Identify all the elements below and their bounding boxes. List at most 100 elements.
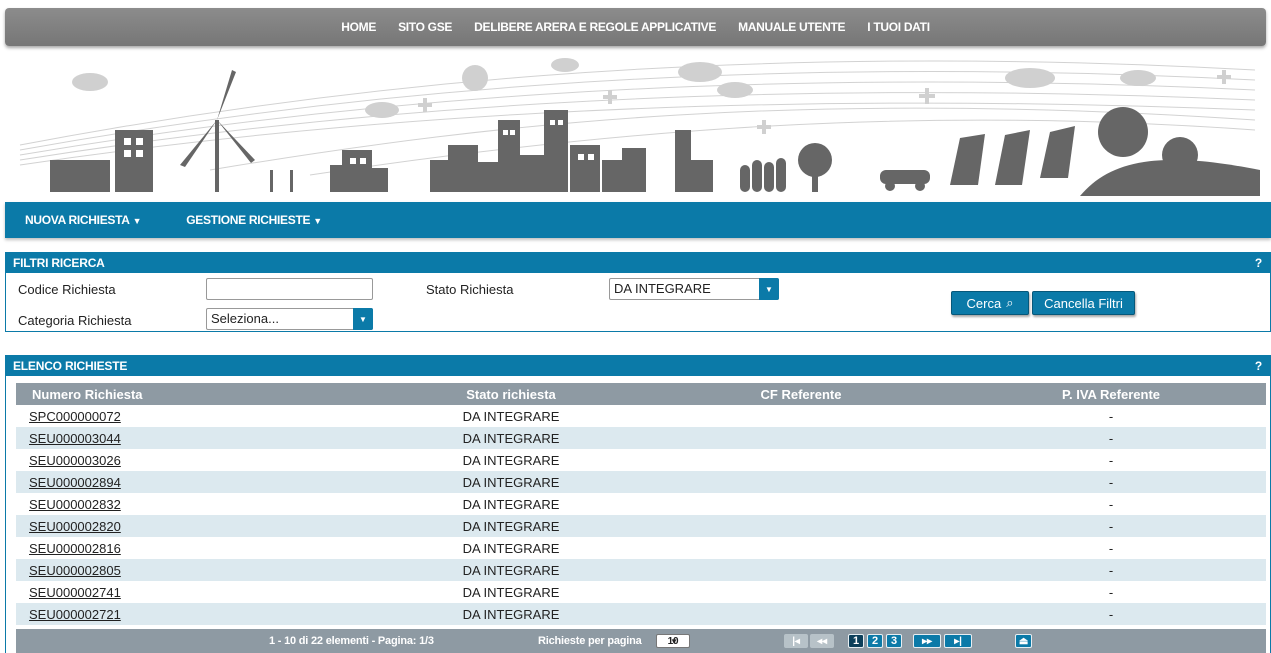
cell-numero: SEU000002832	[16, 493, 376, 515]
cell-stato: DA INTEGRARE	[376, 471, 646, 493]
nav-manuale[interactable]: MANUALE UTENTE	[738, 20, 845, 34]
nav-home[interactable]: HOME	[341, 20, 376, 34]
cell-numero: SEU000002805	[16, 559, 376, 581]
nav-tuoi-dati[interactable]: I TUOI DATI	[867, 20, 930, 34]
col-numero[interactable]: Numero Richiesta	[16, 383, 376, 405]
cell-piva: -	[1108, 584, 1114, 600]
filters-header: FILTRI RICERCA ?	[6, 253, 1270, 273]
cell-stato: DA INTEGRARE	[462, 496, 560, 512]
cell-cf	[646, 449, 956, 471]
per-page-select[interactable]: 10 ▼	[656, 634, 690, 648]
help-icon[interactable]: ?	[1255, 256, 1262, 270]
last-page-icon[interactable]: ▸|	[944, 634, 972, 648]
page-button-1[interactable]: 1	[848, 634, 864, 648]
menu-nuova-richiesta[interactable]: NUOVA RICHIESTA ▼	[25, 213, 142, 227]
table-row[interactable]: SEU000002894 DA INTEGRARE -	[16, 471, 1266, 493]
cell-stato: DA INTEGRARE	[462, 540, 560, 556]
table-row[interactable]: SEU000003044 DA INTEGRARE -	[16, 427, 1266, 449]
codice-label: Codice Richiesta	[18, 282, 116, 297]
chevron-down-icon[interactable]: ▼	[759, 278, 779, 300]
cell-piva: -	[956, 559, 1266, 581]
request-link[interactable]: SEU000003044	[29, 431, 121, 446]
cell-cf	[646, 581, 956, 603]
chevron-down-icon[interactable]: ▼	[353, 308, 373, 330]
stato-select-value: DA INTEGRARE	[614, 281, 711, 296]
cell-numero: SEU000002820	[16, 515, 376, 537]
filters-title: FILTRI RICERCA	[13, 256, 105, 270]
request-link[interactable]: SEU000002820	[29, 519, 121, 534]
filters-panel: FILTRI RICERCA ? Codice Richiesta Stato …	[5, 252, 1271, 332]
scroll-top-icon[interactable]: ⏏	[1015, 634, 1032, 648]
table-row[interactable]: SEU000002741 DA INTEGRARE -	[16, 581, 1266, 603]
table-header-row: Numero Richiesta Stato richiesta CF Refe…	[16, 383, 1266, 405]
help-icon[interactable]: ?	[1255, 359, 1262, 373]
cell-piva: -	[956, 603, 1266, 625]
table-row[interactable]: SPC000000072 DA INTEGRARE -	[16, 405, 1266, 427]
menu-gestione-richieste[interactable]: GESTIONE RICHIESTE ▼	[186, 213, 322, 227]
table-row[interactable]: SEU000002816 DA INTEGRARE -	[16, 537, 1266, 559]
request-link[interactable]: SEU000002832	[29, 497, 121, 512]
header-banner	[19, 58, 1260, 196]
prev-page-icon[interactable]: ◂◂	[810, 634, 834, 648]
cerca-button[interactable]: Cerca ⌕	[951, 291, 1029, 315]
request-link[interactable]: SPC000000072	[29, 409, 121, 424]
request-link[interactable]: SEU000002805	[29, 563, 121, 578]
cell-stato: DA INTEGRARE	[376, 559, 646, 581]
cell-cf	[646, 493, 956, 515]
search-icon: ⌕	[1006, 295, 1014, 310]
pagination-summary: 1 - 10 di 22 elementi - Pagina: 1/3	[269, 635, 434, 647]
col-stato[interactable]: Stato richiesta	[376, 383, 646, 405]
request-link[interactable]: SEU000002721	[29, 607, 121, 622]
cell-piva: -	[956, 427, 1266, 449]
cell-numero: SEU000002721	[16, 603, 376, 625]
table-row[interactable]: SEU000002832 DA INTEGRARE -	[16, 493, 1266, 515]
page-button-2[interactable]: 2	[867, 634, 883, 648]
pagination-bar: 1 - 10 di 22 elementi - Pagina: 1/3 Rich…	[16, 629, 1266, 653]
col-piva[interactable]: P. IVA Referente	[956, 383, 1266, 405]
cell-cf	[646, 515, 956, 537]
request-link[interactable]: SEU000003026	[29, 453, 121, 468]
codice-input[interactable]	[206, 278, 373, 300]
nav-delibere[interactable]: DELIBERE ARERA E REGOLE APPLICATIVE	[474, 20, 716, 34]
nav-sito-gse[interactable]: SITO GSE	[398, 20, 452, 34]
next-page-icon[interactable]: ▸▸	[913, 634, 941, 648]
request-link[interactable]: SEU000002816	[29, 541, 121, 556]
cell-stato: DA INTEGRARE	[376, 427, 646, 449]
table-row[interactable]: SEU000003026 DA INTEGRARE -	[16, 449, 1266, 471]
cell-piva: -	[1108, 452, 1114, 468]
page-button-3[interactable]: 3	[886, 634, 902, 648]
cell-numero: SEU000002816	[16, 537, 376, 559]
cell-numero: SPC000000072	[16, 405, 376, 427]
cell-cf	[646, 537, 956, 559]
table-row[interactable]: SEU000002721 DA INTEGRARE -	[16, 603, 1266, 625]
categoria-select-value: Seleziona...	[211, 311, 279, 326]
request-link[interactable]: SEU000002894	[29, 475, 121, 490]
cell-numero: SEU000002894	[16, 471, 376, 493]
cell-piva: -	[1108, 540, 1114, 556]
cell-piva: -	[1108, 496, 1114, 512]
menu-gestione-label: GESTIONE RICHIESTE	[186, 213, 311, 227]
cell-numero: SEU000003044	[16, 427, 376, 449]
main-menubar: NUOVA RICHIESTA ▼ GESTIONE RICHIESTE ▼	[5, 202, 1271, 238]
chevron-down-icon: ▼	[132, 216, 142, 226]
categoria-select[interactable]: Seleziona... ▼	[206, 308, 373, 330]
request-link[interactable]: SEU000002741	[29, 585, 121, 600]
chevron-down-icon: ▼	[313, 216, 322, 226]
first-page-icon[interactable]: |◂	[784, 634, 808, 648]
stato-select[interactable]: DA INTEGRARE ▼	[609, 278, 779, 300]
cell-piva: -	[956, 471, 1266, 493]
per-page-label: Richieste per pagina	[538, 635, 642, 647]
col-cf[interactable]: CF Referente	[646, 383, 956, 405]
menu-nuova-label: NUOVA RICHIESTA	[25, 213, 130, 227]
list-header: ELENCO RICHIESTE ?	[6, 356, 1270, 376]
cell-cf	[646, 471, 956, 493]
cell-stato: DA INTEGRARE	[376, 603, 646, 625]
cancella-filtri-button[interactable]: Cancella Filtri	[1032, 291, 1135, 315]
cell-stato: DA INTEGRARE	[462, 584, 560, 600]
table-row[interactable]: SEU000002820 DA INTEGRARE -	[16, 515, 1266, 537]
cerca-label: Cerca	[966, 295, 1002, 311]
table-row[interactable]: SEU000002805 DA INTEGRARE -	[16, 559, 1266, 581]
stato-label: Stato Richiesta	[426, 282, 514, 297]
cell-stato: DA INTEGRARE	[376, 515, 646, 537]
cell-cf	[646, 427, 956, 449]
